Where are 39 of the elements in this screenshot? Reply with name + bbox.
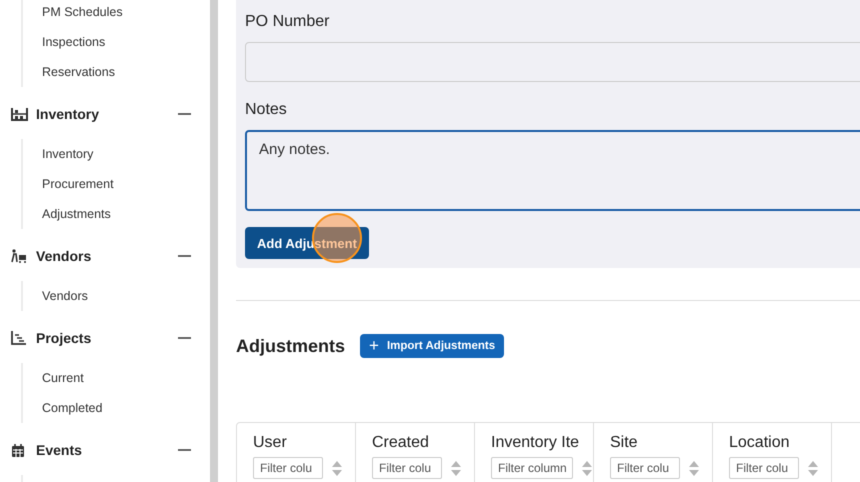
person-cart-icon (11, 249, 28, 263)
filter-field[interactable]: Filter colu (253, 457, 323, 479)
sort-icon[interactable] (582, 460, 592, 476)
nav-item[interactable]: Vendors (42, 289, 88, 303)
nav-item[interactable]: Current (42, 371, 84, 385)
nav-item[interactable]: Inventory (42, 147, 94, 161)
chart-icon (11, 331, 27, 345)
nav-group-title[interactable]: Inventory (36, 106, 177, 122)
nav-group-title[interactable]: Events (36, 442, 177, 458)
column-header[interactable]: Created (372, 434, 429, 454)
nav-item[interactable]: PM Schedules (42, 5, 123, 19)
sort-icon[interactable] (451, 460, 461, 476)
notes-field[interactable]: Any notes. (245, 130, 860, 211)
column-header[interactable]: Site (610, 434, 638, 454)
calendar-icon (11, 442, 25, 458)
nav-group-title[interactable]: Vendors (36, 248, 177, 264)
text-field[interactable] (245, 42, 860, 82)
sort-icon[interactable] (332, 460, 342, 476)
section-title: Adjustments (236, 336, 346, 356)
nav-item[interactable]: Procurement (42, 177, 114, 191)
field-label: PO Number (245, 12, 330, 32)
scrollbar-track[interactable] (210, 0, 218, 482)
field-label: Notes (245, 100, 288, 120)
column-header[interactable]: Inventory Ite (491, 434, 580, 454)
shelf-icon (11, 107, 28, 121)
filter-field[interactable]: Filter colu (372, 457, 442, 479)
filter-field[interactable]: Filter colu (729, 457, 799, 479)
import-button[interactable]: + Import Adjustments (360, 334, 504, 358)
nav-group-title[interactable]: Projects (36, 330, 177, 346)
filter-field[interactable]: Filter colu (610, 457, 680, 479)
filter-field[interactable]: Filter column (491, 457, 573, 479)
column-header[interactable]: Location (729, 434, 790, 454)
nav-item[interactable]: Reservations (42, 65, 115, 79)
nav-item[interactable]: Adjustments (42, 207, 111, 221)
nav-item[interactable]: Completed (42, 401, 102, 415)
sort-icon[interactable] (808, 460, 818, 476)
sort-icon[interactable] (689, 460, 699, 476)
column-header[interactable]: User (253, 434, 287, 454)
nav-item[interactable]: Inspections (42, 35, 106, 49)
